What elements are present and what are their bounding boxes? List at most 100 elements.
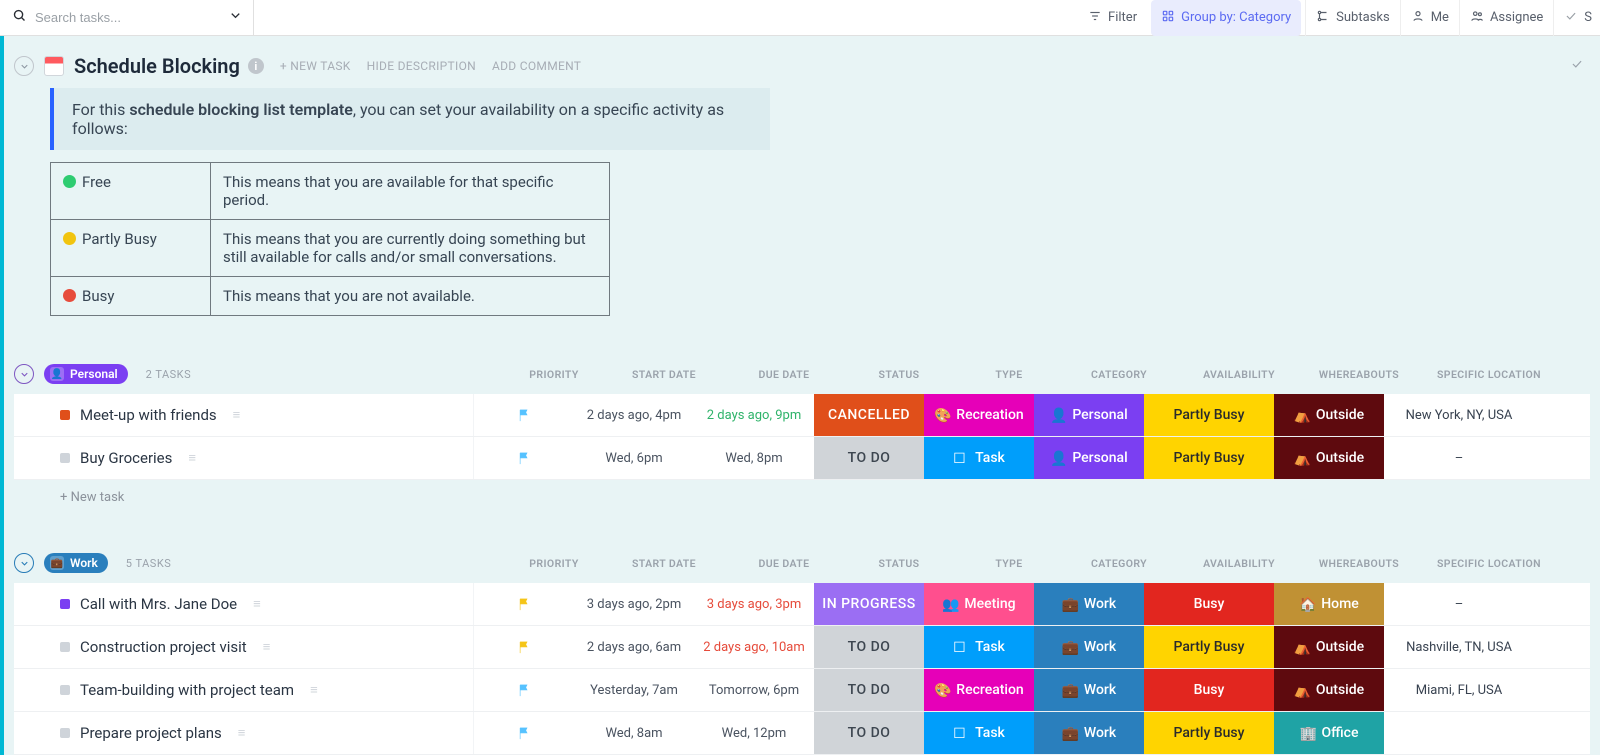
whereabouts-tag[interactable]: 🏠Home <box>1274 583 1384 625</box>
me-button[interactable]: Me <box>1400 0 1459 36</box>
whereabouts-tag[interactable]: ⛺Outside <box>1274 437 1384 479</box>
add-comment-button[interactable]: ADD COMMENT <box>492 59 581 73</box>
drag-handle-icon[interactable]: ≡ <box>233 407 241 423</box>
group-by-button[interactable]: Group by: Category <box>1151 0 1301 36</box>
type-tag[interactable]: 🎨Recreation <box>924 669 1034 711</box>
group-work: 💼Work 5 TASKS PRIORITYSTART DATEDUE DATE… <box>14 553 1590 755</box>
priority-cell[interactable] <box>474 712 574 754</box>
task-name-cell[interactable]: Construction project visit ≡ <box>14 626 474 668</box>
category-tag[interactable]: 👤Personal <box>1034 394 1144 436</box>
type-tag[interactable]: 👥Meeting <box>924 583 1034 625</box>
location-cell[interactable]: New York, NY, USA <box>1384 394 1534 436</box>
due-date-cell[interactable]: 3 days ago, 3pm <box>694 583 814 625</box>
group-pill[interactable]: 👤Personal <box>44 364 128 384</box>
start-date-cell[interactable]: 3 days ago, 2pm <box>574 583 694 625</box>
chevron-down-icon[interactable] <box>228 8 243 27</box>
subtasks-button[interactable]: Subtasks <box>1305 0 1400 36</box>
task-row[interactable]: Call with Mrs. Jane Doe ≡ 3 days ago, 2p… <box>14 583 1590 626</box>
whereabouts-emoji-icon: ⛺ <box>1294 451 1310 465</box>
new-task-button[interactable]: + New task <box>14 480 1590 505</box>
column-header: DUE DATE <box>724 368 844 381</box>
task-name-cell[interactable]: Meet-up with friends ≡ <box>14 394 474 436</box>
availability-tag[interactable]: Busy <box>1144 583 1274 625</box>
type-tag[interactable]: ☐Task <box>924 626 1034 668</box>
category-tag[interactable]: 💼Work <box>1034 583 1144 625</box>
collapse-toggle[interactable] <box>14 56 34 76</box>
task-row[interactable]: Buy Groceries ≡ Wed, 6pm Wed, 8pm TO DO … <box>14 437 1590 480</box>
drag-handle-icon[interactable]: ≡ <box>253 596 261 612</box>
location-cell[interactable]: – <box>1384 583 1534 625</box>
start-date-cell[interactable]: 2 days ago, 4pm <box>574 394 694 436</box>
search-input[interactable] <box>35 10 220 25</box>
due-date-cell[interactable]: Tomorrow, 6pm <box>694 669 814 711</box>
task-name-cell[interactable]: Team-building with project team ≡ <box>14 669 474 711</box>
hide-description-button[interactable]: HIDE DESCRIPTION <box>367 59 476 73</box>
group-collapse-toggle[interactable] <box>14 553 34 573</box>
task-row[interactable]: Prepare project plans ≡ Wed, 8am Wed, 12… <box>14 712 1590 755</box>
category-tag[interactable]: 💼Work <box>1034 669 1144 711</box>
drag-handle-icon[interactable]: ≡ <box>188 450 196 466</box>
column-header: AVAILABILITY <box>1174 368 1304 381</box>
location-cell[interactable]: Miami, FL, USA <box>1384 669 1534 711</box>
drag-handle-icon[interactable]: ≡ <box>238 725 246 741</box>
priority-cell[interactable] <box>474 437 574 479</box>
assignee-label: Assignee <box>1490 10 1543 25</box>
filter-label: Filter <box>1108 10 1137 25</box>
whereabouts-tag[interactable]: ⛺Outside <box>1274 394 1384 436</box>
group-collapse-toggle[interactable] <box>14 364 34 384</box>
availability-tag[interactable]: Partly Busy <box>1144 626 1274 668</box>
status-tag[interactable]: TO DO <box>814 669 924 711</box>
category-tag[interactable]: 👤Personal <box>1034 437 1144 479</box>
dot-green-icon <box>63 175 76 188</box>
task-name-cell[interactable]: Buy Groceries ≡ <box>14 437 474 479</box>
status-tag[interactable]: TO DO <box>814 437 924 479</box>
availability-tag[interactable]: Partly Busy <box>1144 437 1274 479</box>
priority-cell[interactable] <box>474 669 574 711</box>
location-cell[interactable] <box>1384 712 1534 754</box>
due-date-cell[interactable]: 2 days ago, 9pm <box>694 394 814 436</box>
due-date-cell[interactable]: 2 days ago, 10am <box>694 626 814 668</box>
availability-tag[interactable]: Partly Busy <box>1144 712 1274 754</box>
start-date-cell[interactable]: 2 days ago, 6am <box>574 626 694 668</box>
drag-handle-icon[interactable]: ≡ <box>263 639 271 655</box>
show-button[interactable]: S <box>1553 0 1594 36</box>
task-name-cell[interactable]: Prepare project plans ≡ <box>14 712 474 754</box>
availability-tag[interactable]: Busy <box>1144 669 1274 711</box>
availability-tag[interactable]: Partly Busy <box>1144 394 1274 436</box>
priority-cell[interactable] <box>474 394 574 436</box>
status-tag[interactable]: CANCELLED <box>814 394 924 436</box>
whereabouts-tag[interactable]: 🏢Office <box>1274 712 1384 754</box>
assignee-button[interactable]: Assignee <box>1459 0 1553 36</box>
new-task-header-button[interactable]: + NEW TASK <box>280 59 351 73</box>
due-date-cell[interactable]: Wed, 12pm <box>694 712 814 754</box>
column-header: WHEREABOUTS <box>1304 368 1414 381</box>
start-date-cell[interactable]: Wed, 6pm <box>574 437 694 479</box>
type-tag[interactable]: ☐Task <box>924 712 1034 754</box>
priority-cell[interactable] <box>474 626 574 668</box>
group-pill[interactable]: 💼Work <box>44 553 108 573</box>
task-row[interactable]: Construction project visit ≡ 2 days ago,… <box>14 626 1590 669</box>
whereabouts-tag[interactable]: ⛺Outside <box>1274 626 1384 668</box>
type-tag[interactable]: 🎨Recreation <box>924 394 1034 436</box>
category-tag[interactable]: 💼Work <box>1034 712 1144 754</box>
status-tag[interactable]: IN PROGRESS <box>814 583 924 625</box>
location-cell[interactable]: Nashville, TN, USA <box>1384 626 1534 668</box>
filter-button[interactable]: Filter <box>1078 0 1147 36</box>
category-tag[interactable]: 💼Work <box>1034 626 1144 668</box>
legend-desc: This means that you are currently doing … <box>211 220 610 277</box>
due-date-cell[interactable]: Wed, 8pm <box>694 437 814 479</box>
drag-handle-icon[interactable]: ≡ <box>310 682 318 698</box>
task-row[interactable]: Meet-up with friends ≡ 2 days ago, 4pm 2… <box>14 394 1590 437</box>
status-tag[interactable]: TO DO <box>814 712 924 754</box>
resolve-check-icon[interactable] <box>1570 57 1584 75</box>
task-name-cell[interactable]: Call with Mrs. Jane Doe ≡ <box>14 583 474 625</box>
location-cell[interactable]: – <box>1384 437 1534 479</box>
start-date-cell[interactable]: Wed, 8am <box>574 712 694 754</box>
status-tag[interactable]: TO DO <box>814 626 924 668</box>
priority-cell[interactable] <box>474 583 574 625</box>
info-icon[interactable]: i <box>248 58 264 74</box>
type-tag[interactable]: ☐Task <box>924 437 1034 479</box>
task-row[interactable]: Team-building with project team ≡ Yester… <box>14 669 1590 712</box>
whereabouts-tag[interactable]: ⛺Outside <box>1274 669 1384 711</box>
start-date-cell[interactable]: Yesterday, 7am <box>574 669 694 711</box>
